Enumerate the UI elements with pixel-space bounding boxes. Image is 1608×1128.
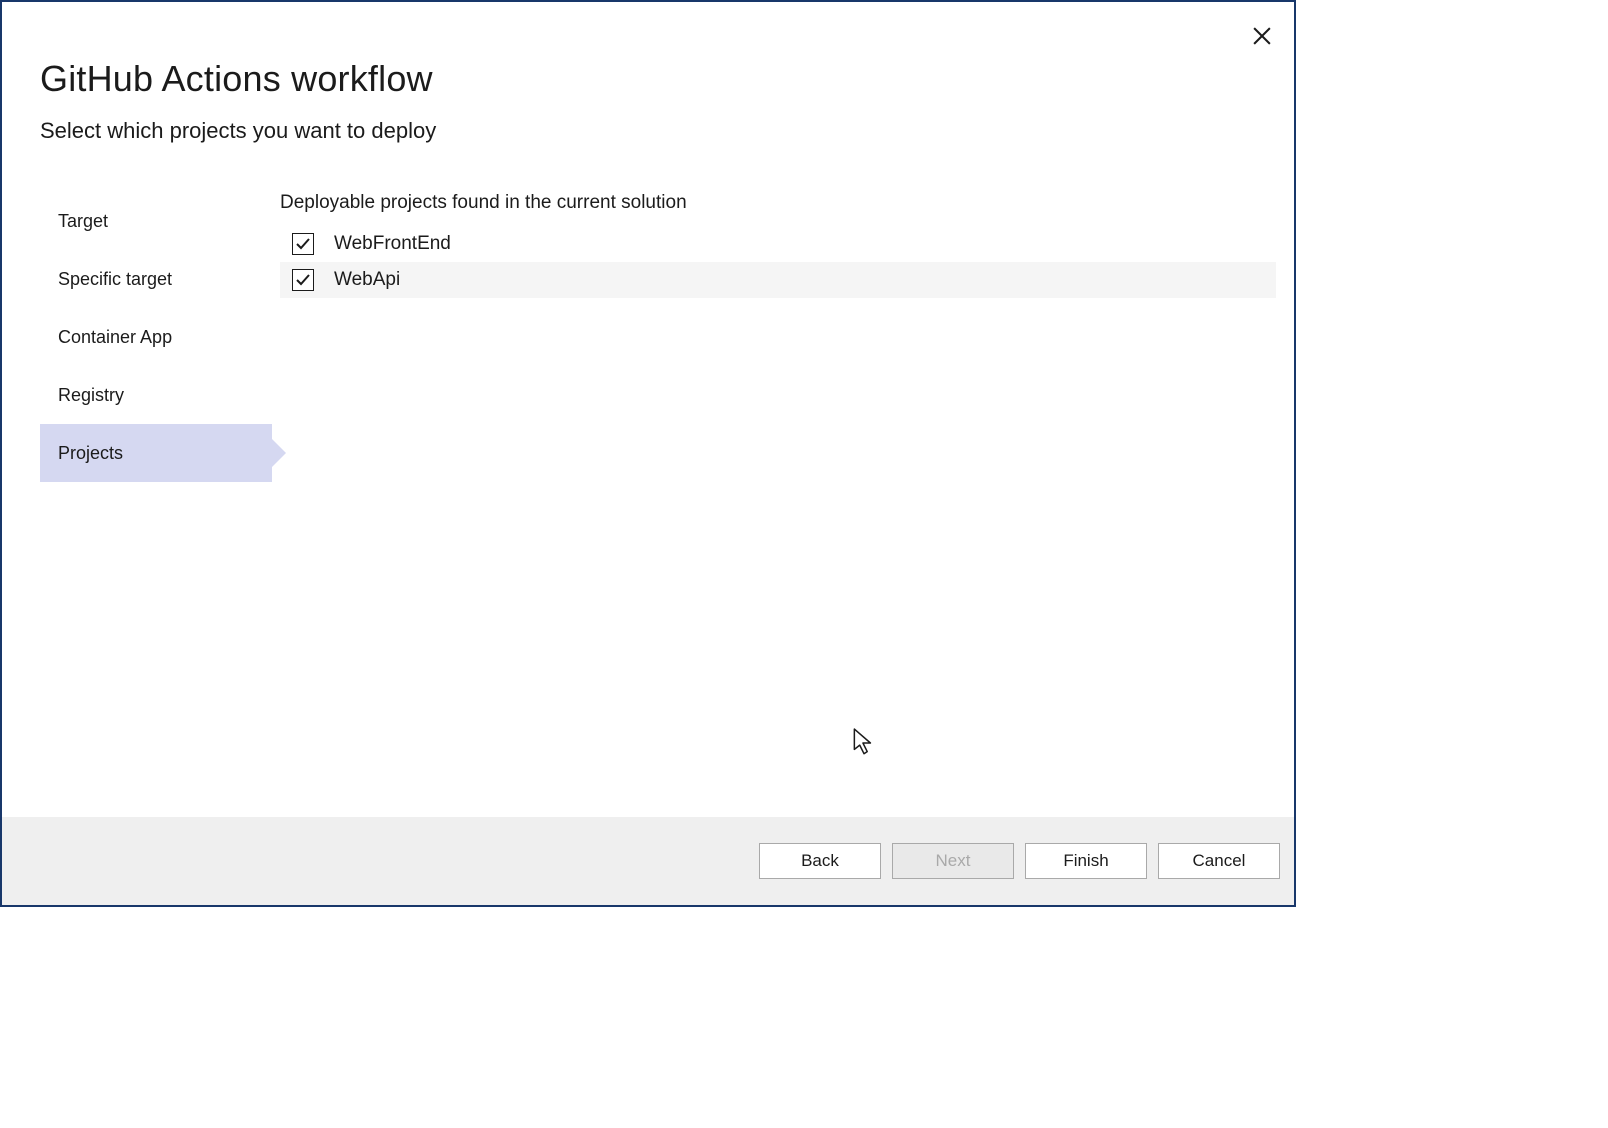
close-icon: [1253, 27, 1271, 45]
dialog-body: Target Specific target Container App Reg…: [2, 144, 1294, 817]
content-panel: Deployable projects found in the current…: [272, 192, 1276, 817]
next-button: Next: [892, 843, 1014, 879]
content-heading: Deployable projects found in the current…: [280, 192, 1276, 214]
dialog-footer: Back Next Finish Cancel: [2, 817, 1294, 905]
dialog-title: GitHub Actions workflow: [40, 58, 1256, 100]
dialog-window: GitHub Actions workflow Select which pro…: [0, 0, 1296, 907]
sidebar-item-container-app[interactable]: Container App: [40, 308, 272, 366]
project-label: WebApi: [334, 269, 400, 291]
sidebar-item-label: Container App: [58, 327, 172, 348]
checkmark-icon: [295, 236, 311, 252]
sidebar-item-specific-target[interactable]: Specific target: [40, 250, 272, 308]
project-checkbox-webfrontend[interactable]: [292, 233, 314, 255]
project-checkbox-webapi[interactable]: [292, 269, 314, 291]
back-button[interactable]: Back: [759, 843, 881, 879]
wizard-sidebar: Target Specific target Container App Reg…: [40, 192, 272, 817]
project-row: WebFrontEnd: [280, 226, 1276, 262]
finish-button[interactable]: Finish: [1025, 843, 1147, 879]
sidebar-item-label: Target: [58, 211, 108, 232]
dialog-header: GitHub Actions workflow Select which pro…: [2, 2, 1294, 144]
dialog-subtitle: Select which projects you want to deploy: [40, 118, 1256, 144]
close-button[interactable]: [1248, 22, 1276, 50]
cancel-button[interactable]: Cancel: [1158, 843, 1280, 879]
project-row: WebApi: [280, 262, 1276, 298]
sidebar-item-target[interactable]: Target: [40, 192, 272, 250]
sidebar-item-projects[interactable]: Projects: [40, 424, 272, 482]
sidebar-item-label: Specific target: [58, 269, 172, 290]
sidebar-item-label: Projects: [58, 443, 123, 464]
project-label: WebFrontEnd: [334, 233, 451, 255]
checkmark-icon: [295, 272, 311, 288]
sidebar-item-registry[interactable]: Registry: [40, 366, 272, 424]
sidebar-item-label: Registry: [58, 385, 124, 406]
project-list: WebFrontEnd WebApi: [280, 226, 1276, 298]
